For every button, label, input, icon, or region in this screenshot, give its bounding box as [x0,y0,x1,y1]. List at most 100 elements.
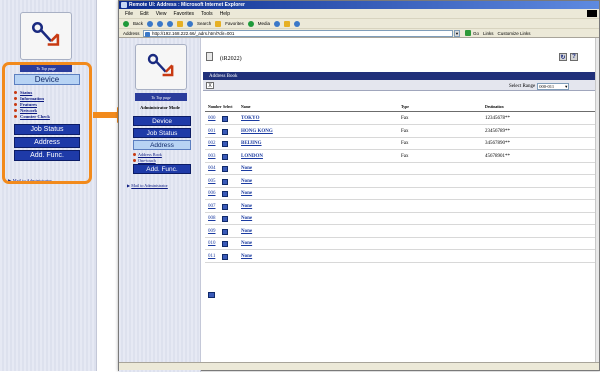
refresh-icon[interactable]: ↻ [559,53,567,61]
favorites-icon[interactable] [215,20,222,27]
help-icon[interactable]: ? [570,53,578,61]
select-entry-icon[interactable] [222,153,228,160]
entry-name-link[interactable]: None [241,204,252,209]
menu-tools[interactable]: Tools [201,11,213,17]
entry-number-link[interactable]: 005 [208,179,216,184]
entry-name-link[interactable]: None [241,191,252,196]
to-top-page-link[interactable]: To Top page [135,93,187,101]
add-func-button[interactable]: Add. Func. [133,164,191,174]
entry-name-link[interactable]: None [241,216,252,221]
vertical-scrollbar[interactable] [595,38,599,362]
entry-name-link[interactable]: None [241,241,252,246]
address-dropdown-icon[interactable]: ▼ [454,29,460,37]
address-book-icon[interactable] [208,292,215,298]
favorites-button[interactable]: Favorites [225,21,244,26]
address-submenu: Address Book One-touch [133,152,201,163]
entry-number-link[interactable]: 006 [208,191,216,196]
select-entry-icon[interactable] [222,116,228,122]
product-logo[interactable] [20,12,72,60]
column-name: Name [241,105,251,109]
mail-icon[interactable] [284,20,291,27]
window-title-bar: Remote UI: Address : Microsoft Internet … [119,1,599,9]
entry-number-link[interactable]: 001 [208,129,216,134]
entry-name-link[interactable]: None [241,166,252,171]
stop-icon[interactable] [157,20,164,27]
entry-name-link[interactable]: None [241,254,252,259]
select-entry-icon[interactable] [222,141,228,147]
entry-number-link[interactable]: 008 [208,216,216,221]
select-entry-icon[interactable] [222,128,228,135]
select-entry-icon[interactable] [222,228,228,235]
entry-name-link[interactable]: None [241,229,252,234]
select-entry-icon[interactable] [222,203,228,210]
print-icon[interactable] [294,20,301,27]
menu-edit[interactable]: Edit [140,11,149,17]
entry-name-link[interactable]: HONG KONG [241,129,273,134]
history-icon[interactable] [274,20,281,27]
entry-type: Fax [401,128,409,134]
menu-view[interactable]: View [156,11,167,17]
entry-number-link[interactable]: 000 [208,116,216,121]
entry-name-link[interactable]: None [241,179,252,184]
table-row: 010 None [205,238,595,250]
address-button[interactable]: Address [133,140,191,150]
media-button[interactable]: Media [258,21,270,26]
menu-favorites[interactable]: Favorites [173,11,194,17]
one-touch-link[interactable]: One-touch [133,158,201,164]
select-entry-icon[interactable] [222,191,228,197]
window-title: Remote UI: Address : Microsoft Internet … [129,2,245,8]
select-range-label: Select Range [509,84,536,89]
address-input[interactable]: http://192.168.222.66/_adrs.html?dir=001 [143,29,453,37]
go-arrow-icon [465,30,471,36]
entry-number-link[interactable]: 011 [208,254,215,259]
select-entry-icon[interactable] [222,241,228,247]
logo-icon [147,53,174,77]
job-status-button[interactable]: Job Status [133,128,191,138]
customize-links-link[interactable]: Customize Links [498,31,531,36]
entry-name-link[interactable]: LONDON [241,154,263,159]
menu-file[interactable]: File [125,11,133,17]
table-header-divider [205,111,595,112]
entry-number-link[interactable]: 009 [208,229,216,234]
entry-destination: 34567890** [485,141,510,146]
menu-bar: File Edit View Favorites Tools Help [119,9,599,18]
media-icon[interactable] [247,20,254,27]
select-range-dropdown[interactable]: 000-011 ▼ [537,83,570,90]
table-row: 009 None [205,226,595,238]
entry-name-link[interactable]: TOKYO [241,116,260,121]
entry-destination: 45678901** [485,153,510,159]
status-bar [119,362,599,370]
search-icon[interactable] [187,20,194,27]
entry-destination: 23456789** [485,128,510,134]
select-entry-icon[interactable] [222,253,228,260]
entry-number-link[interactable]: 002 [208,141,216,146]
entry-number-link[interactable]: 007 [208,204,216,209]
select-entry-icon[interactable] [222,166,228,172]
device-button[interactable]: Device [133,116,191,126]
entry-number-link[interactable]: 004 [208,166,216,171]
search-button[interactable]: Search [197,21,211,26]
windows-logo-icon [587,10,597,17]
entry-destination: 12345678** [485,116,510,121]
entry-number-link[interactable]: 010 [208,241,216,246]
bullet-icon [133,158,136,162]
refresh-icon[interactable] [167,20,174,27]
menu-help[interactable]: Help [220,11,230,17]
mail-to-administrator-link[interactable]: ▶ Mail to Administrator [127,183,197,188]
table-row: 001 HONG KONG Fax 23456789** [205,126,595,138]
table-row: 006 None [205,188,595,200]
forward-icon[interactable] [147,20,154,27]
inner-product-logo[interactable] [135,44,187,90]
entry-name-link[interactable]: BEIJING [241,141,262,146]
close-button[interactable]: X [206,82,214,89]
entry-number-link[interactable]: 003 [208,154,216,159]
go-button[interactable]: Go [465,30,479,36]
select-entry-icon[interactable] [222,178,228,185]
home-icon[interactable] [177,20,184,27]
browser-toolbar: Back Search Favorites Media [119,18,599,28]
back-icon[interactable] [123,20,129,27]
select-entry-icon[interactable] [222,216,228,222]
device-icon [206,52,213,61]
back-button[interactable]: Back [133,21,143,26]
links-label[interactable]: Links [483,31,494,36]
